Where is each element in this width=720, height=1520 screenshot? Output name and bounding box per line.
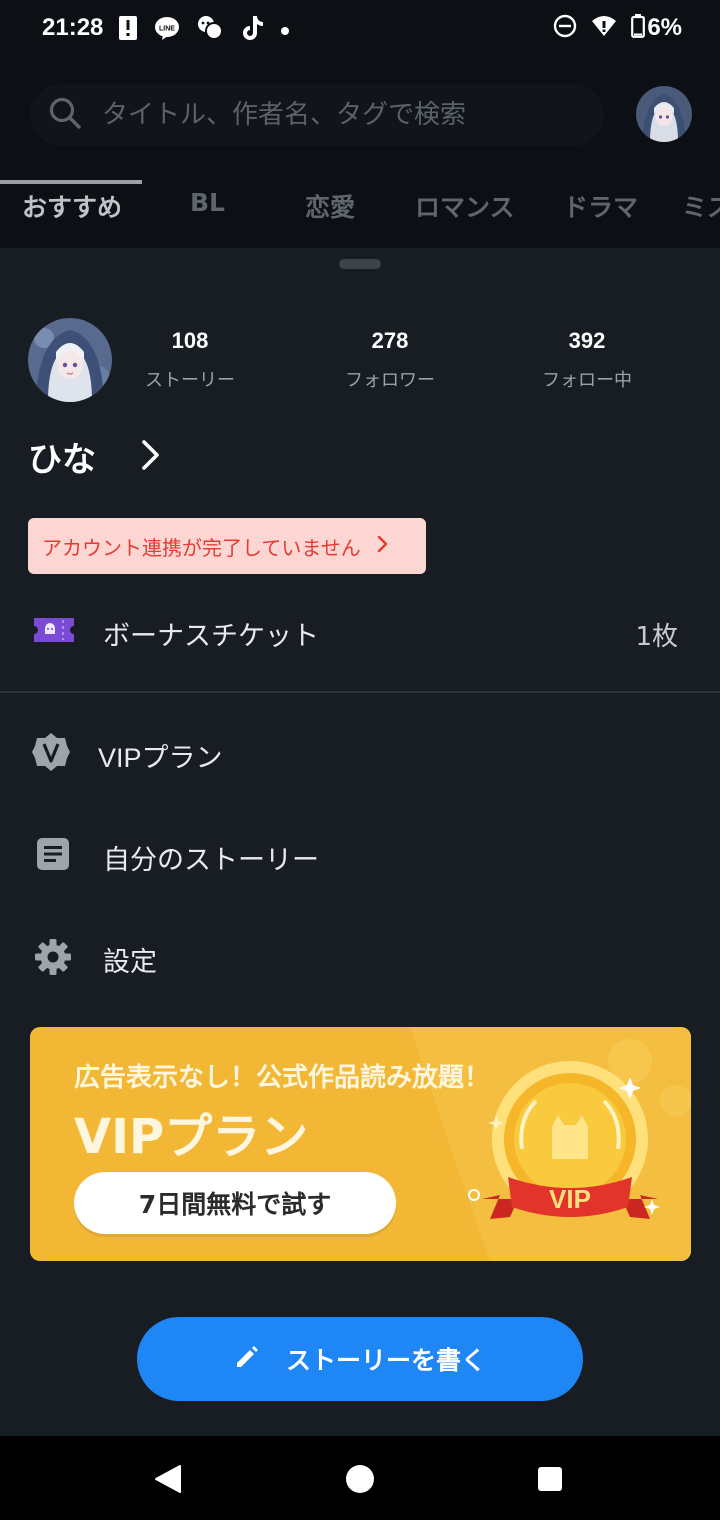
line-icon: LINE	[154, 15, 180, 45]
my-stories-row[interactable]: 自分のストーリー	[0, 828, 720, 884]
active-tab-indicator	[0, 180, 142, 184]
stat-followers-count: 278	[371, 328, 409, 353]
dnd-icon	[553, 14, 577, 42]
vip-promo-banner[interactable]: 広告表示なし！公式作品読み放題！ VIPプラン 7日間無料で試す VIP	[30, 1027, 691, 1261]
tiktok-icon	[240, 15, 264, 45]
chevron-right-icon	[140, 438, 162, 476]
search-icon	[48, 96, 82, 134]
svg-text:LINE: LINE	[159, 26, 175, 33]
top-bar: おすすめ BL 恋愛 ロマンス ドラマ ミス	[0, 60, 720, 248]
document-icon	[36, 837, 70, 875]
stat-stories[interactable]: 108 ストーリー	[100, 328, 280, 392]
ticket-icon	[32, 616, 76, 648]
tab-love[interactable]: 恋愛	[305, 188, 355, 224]
search-bar[interactable]	[30, 84, 604, 146]
pencil-icon	[234, 1344, 260, 1374]
chevron-right-icon	[377, 535, 389, 557]
stat-stories-count: 108	[171, 328, 209, 353]
settings-row[interactable]: 設定	[0, 930, 720, 986]
system-nav-bar	[0, 1436, 720, 1520]
bonus-ticket-label: ボーナスチケット	[103, 621, 319, 652]
settings-label: 設定	[103, 947, 157, 978]
stat-following-count: 392	[568, 328, 606, 353]
vip-medal-icon: VIP	[468, 1061, 660, 1219]
user-avatar-button[interactable]	[636, 86, 692, 142]
status-bar: 21:28 LINE 6%	[0, 0, 720, 60]
account-link-alert-text: アカウント連携が完了していません	[42, 535, 361, 560]
battery-level: 6%	[647, 14, 682, 41]
chat-icon	[196, 14, 224, 46]
tab-recommended[interactable]: おすすめ	[22, 188, 122, 224]
bonus-ticket-count: 1枚	[635, 622, 678, 652]
vip-free-trial-button[interactable]: 7日間無料で試す	[74, 1172, 396, 1234]
recents-icon[interactable]	[537, 1466, 563, 1496]
back-icon[interactable]	[154, 1464, 182, 1498]
stat-stories-label: ストーリー	[145, 370, 235, 391]
wifi-icon	[591, 15, 617, 41]
gear-icon	[34, 938, 72, 980]
vip-badge-icon	[32, 732, 70, 776]
tab-mystery[interactable]: ミス	[682, 188, 720, 224]
vip-plan-row[interactable]: VIPプラン	[0, 726, 720, 782]
search-input[interactable]	[100, 99, 584, 131]
username: ひな	[28, 440, 96, 480]
stat-following-label: フォロー中	[542, 370, 632, 391]
sheet-drag-handle[interactable]	[339, 259, 381, 269]
stat-following[interactable]: 392 フォロー中	[497, 328, 677, 392]
vip-banner-subtitle: 広告表示なし！公式作品読み放題！	[74, 1063, 491, 1093]
dot-icon	[280, 21, 290, 40]
my-stories-label: 自分のストーリー	[103, 845, 319, 876]
home-icon[interactable]	[345, 1464, 375, 1498]
divider	[0, 691, 720, 693]
category-tabs: おすすめ BL 恋愛 ロマンス ドラマ ミス	[0, 176, 720, 248]
tab-bl[interactable]: BL	[190, 188, 225, 217]
write-story-label: ストーリーを書く	[285, 1346, 486, 1375]
stat-followers-label: フォロワー	[345, 370, 435, 391]
alert-icon	[118, 15, 138, 45]
profile-sheet: 108 ストーリー 278 フォロワー 392 フォロー中 ひな アカウント連携…	[0, 248, 720, 1436]
account-link-alert[interactable]: アカウント連携が完了していません	[28, 518, 426, 574]
vip-plan-label: VIPプラン	[98, 743, 223, 773]
tab-romance[interactable]: ロマンス	[415, 188, 515, 224]
vip-medal-text: VIP	[549, 1184, 591, 1214]
bonus-ticket-row[interactable]: ボーナスチケット 1枚	[0, 604, 720, 660]
battery-icon	[631, 14, 646, 42]
username-row[interactable]: ひな	[28, 432, 162, 481]
vip-banner-title: VIPプラン	[74, 1109, 309, 1165]
status-time: 21:28	[42, 14, 104, 41]
stat-followers[interactable]: 278 フォロワー	[300, 328, 480, 392]
tab-drama[interactable]: ドラマ	[563, 188, 638, 224]
write-story-button[interactable]: ストーリーを書く	[137, 1317, 583, 1401]
